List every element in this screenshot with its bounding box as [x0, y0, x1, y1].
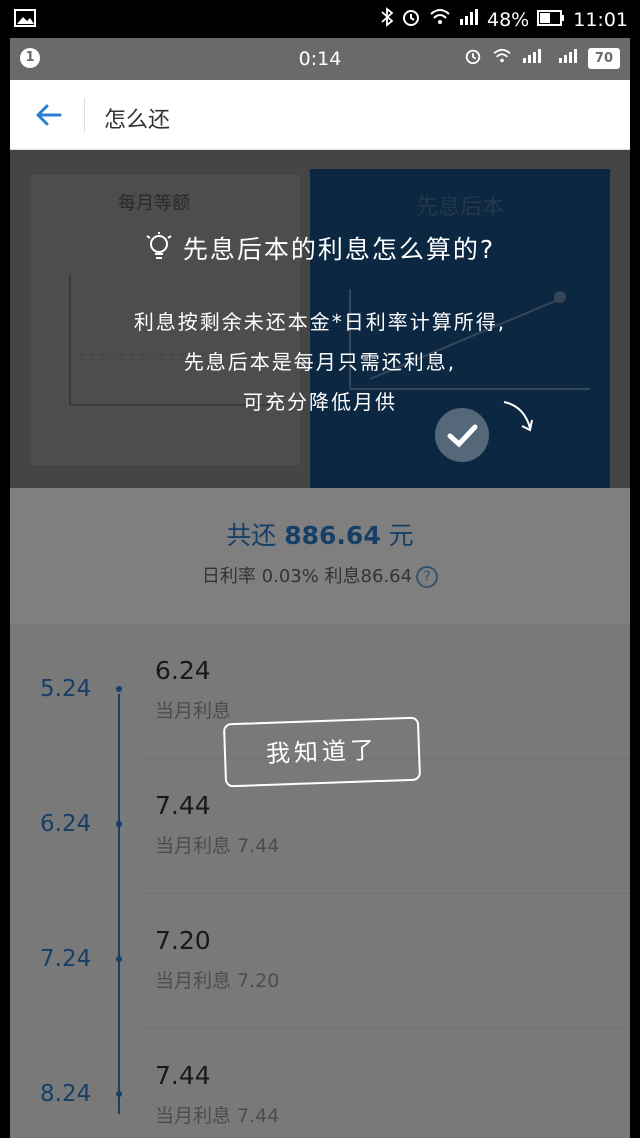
battery-icon — [537, 9, 565, 31]
device-clock: 11:01 — [573, 8, 628, 31]
got-it-button[interactable]: 我知道了 — [222, 716, 422, 788]
header-divider — [84, 98, 85, 132]
signal-icon — [459, 8, 479, 31]
battery-percent: 48% — [487, 8, 530, 31]
back-arrow-icon[interactable] — [32, 98, 66, 132]
device-status-bar: 48% 11:01 — [0, 0, 640, 38]
overlay-question: 先息后本的利息怎么算的? — [10, 230, 630, 270]
check-icon — [435, 408, 489, 462]
alarm-icon — [464, 47, 482, 69]
overlay-line-1: 利息按剩余未还本金*日利率计算所得, — [133, 310, 507, 334]
status-bar: 1 0:14 70 — [10, 38, 630, 80]
overlay-line-2: 先息后本是每月只需还利息, — [183, 350, 457, 374]
battery-badge: 70 — [587, 47, 620, 69]
guide-overlay[interactable]: 先息后本的利息怎么算的? 利息按剩余未还本金*日利率计算所得, 先息后本是每月只… — [10, 150, 630, 1138]
overlay-question-text: 先息后本的利息怎么算的? — [182, 235, 496, 264]
lightbulb-icon — [145, 232, 173, 270]
image-icon — [14, 9, 36, 32]
alarm-icon — [401, 7, 421, 32]
wifi-icon — [429, 8, 451, 31]
signal-icon — [522, 48, 548, 68]
wifi-icon — [492, 48, 512, 68]
app-screenshot: 1 0:14 70 怎么还 先息后本的利息怎么算的? 利息按剩余未还本金*日利率… — [10, 38, 630, 1138]
curved-arrow-icon — [500, 398, 540, 442]
app-header: 怎么还 — [10, 80, 630, 150]
signal-icon-secondary — [558, 48, 578, 68]
bluetooth-icon — [381, 7, 394, 32]
page-title: 怎么还 — [104, 108, 171, 133]
device-screen: 48% 11:01 1 0:14 70 怎么还 先息后本的利息怎么算的? 利息按… — [0, 0, 640, 1138]
